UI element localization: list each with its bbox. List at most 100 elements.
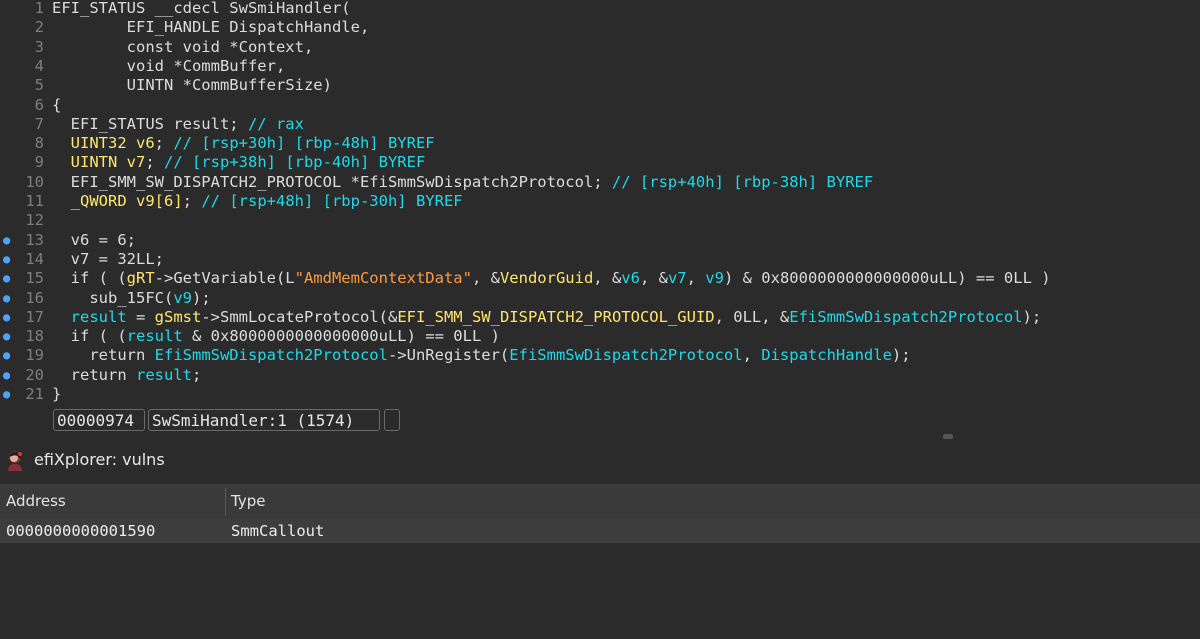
line-number: 17: [25, 307, 44, 326]
line-number: 5: [34, 76, 44, 95]
code-line[interactable]: ● 20 return result;: [0, 365, 1200, 385]
code-token: ;: [192, 365, 202, 384]
column-header-type[interactable]: Type: [231, 484, 265, 519]
line-number: 12: [25, 211, 44, 230]
code-text[interactable]: EFI_HANDLE DispatchHandle,: [52, 17, 370, 37]
code-token: result: [136, 365, 192, 384]
code-text[interactable]: EFI_SMM_SW_DISPATCH2_PROTOCOL *EfiSmmSwD…: [52, 172, 874, 192]
code-token: , 0LL, &: [714, 307, 790, 326]
code-text[interactable]: return result;: [52, 365, 202, 385]
code-line[interactable]: 9 UINTN v7; // [rsp+38h] [rbp-40h] BYREF: [0, 152, 1200, 172]
column-header-address[interactable]: Address: [6, 484, 66, 519]
line-number: 14: [25, 249, 44, 268]
line-number: 20: [25, 365, 44, 384]
code-text[interactable]: {: [52, 95, 61, 115]
code-token: _QWORD v9[6]: [70, 192, 183, 210]
code-token: v7: [667, 269, 687, 288]
code-line[interactable]: 11 _QWORD v9[6]; // [rsp+48h] [rbp-30h] …: [0, 191, 1200, 211]
line-number: 7: [34, 114, 44, 133]
code-token: v7 = 32LL;: [52, 249, 164, 268]
code-line[interactable]: 8 UINT32 v6; // [rsp+30h] [rbp-48h] BYRE…: [0, 133, 1200, 153]
code-token: UINT32 v6: [70, 134, 155, 153]
code-text[interactable]: UINT32 v6; // [rsp+30h] [rbp-48h] BYREF: [52, 133, 435, 153]
code-line[interactable]: 2 EFI_HANDLE DispatchHandle,: [0, 17, 1200, 37]
code-text[interactable]: if ( (result & 0x8000000000000000uLL) ==…: [52, 326, 500, 346]
panel-title: efiXplorer: vulns: [34, 450, 165, 469]
line-number: 10: [25, 172, 44, 191]
code-text[interactable]: v7 = 32LL;: [52, 249, 164, 269]
code-text[interactable]: return EfiSmmSwDispatch2Protocol->UnRegi…: [52, 345, 910, 365]
code-token: // rax: [247, 114, 304, 133]
code-token: ,: [742, 346, 762, 365]
code-token: );: [1022, 307, 1042, 326]
column-separator[interactable]: [225, 488, 226, 516]
code-token: ) & 0x8000000000000000uLL) == 0LL ): [723, 269, 1051, 288]
code-text[interactable]: UINTN v7; // [rsp+38h] [rbp-40h] BYREF: [52, 152, 426, 172]
code-line[interactable]: ● 16 sub_15FC(v9);: [0, 288, 1200, 308]
code-token: ->UnRegister(: [387, 346, 510, 365]
code-line[interactable]: ● 21}: [0, 384, 1200, 404]
code-line[interactable]: ● 13 v6 = 6;: [0, 230, 1200, 250]
code-line[interactable]: ● 18 if ( (result & 0x8000000000000000uLL…: [0, 326, 1200, 346]
line-number: 16: [25, 288, 44, 307]
code-line[interactable]: 1 EFI_STATUS __cdecl SwSmiHandler(: [0, 0, 1200, 18]
code-token: result: [126, 327, 183, 346]
code-line[interactable]: 5 UINTN *CommBufferSize): [0, 75, 1200, 95]
code-token: EfiSmmSwDispatch2Protocol: [154, 346, 388, 365]
code-text[interactable]: result = gSmst->SmmLocateProtocol(&EFI_S…: [52, 307, 1042, 327]
code-token: if ( (: [52, 327, 127, 346]
address-field[interactable]: 00000974: [53, 409, 145, 431]
code-token: ;: [182, 192, 202, 210]
code-text[interactable]: EFI_STATUS __cdecl SwSmiHandler(: [52, 0, 351, 18]
code-token: =: [126, 307, 155, 326]
code-token: // [rsp+40h] [rbp-38h] BYREF: [611, 172, 874, 191]
line-number: 9: [34, 153, 44, 172]
code-token: , &: [471, 269, 500, 288]
code-line[interactable]: 4 void *CommBuffer,: [0, 56, 1200, 76]
code-token: & 0x8000000000000000uLL) == 0LL ): [182, 327, 500, 346]
status-bar: 00000974 SwSmiHandler:1 (1574): [0, 406, 1200, 436]
code-text[interactable]: UINTN *CommBufferSize): [52, 75, 332, 95]
code-text[interactable]: }: [52, 384, 61, 404]
code-text[interactable]: if ( (gRT->GetVariable(L"AmdMemContextDa…: [52, 268, 1051, 288]
code-line[interactable]: ● 15 if ( (gRT->GetVariable(L"AmdMemConte…: [0, 268, 1200, 288]
code-text[interactable]: _QWORD v9[6]; // [rsp+48h] [rbp-30h] BYR…: [52, 191, 463, 211]
code-token: );: [192, 288, 211, 307]
code-line[interactable]: 10 EFI_SMM_SW_DISPATCH2_PROTOCOL *EfiSmm…: [0, 172, 1200, 192]
code-text[interactable]: v6 = 6;: [52, 230, 136, 250]
table-row[interactable]: 0000000000001590 SmmCallout: [0, 519, 1200, 543]
code-token: , &: [593, 269, 622, 288]
line-number: 19: [25, 346, 44, 365]
code-line[interactable]: 3 const void *Context,: [0, 37, 1200, 57]
empty-status-field[interactable]: [384, 409, 400, 431]
line-number: 18: [25, 327, 44, 346]
code-token: gSmst: [154, 307, 202, 326]
line-number: 21: [25, 385, 44, 403]
code-line[interactable]: ● 17 result = gSmst->SmmLocateProtocol(&E…: [0, 307, 1200, 327]
code-line[interactable]: ● 19 return EfiSmmSwDispatch2Protocol->Un…: [0, 345, 1200, 365]
splitter-handle[interactable]: [943, 434, 953, 439]
code-text[interactable]: const void *Context,: [52, 37, 314, 57]
code-token: DispatchHandle: [761, 346, 892, 365]
code-token: return: [52, 365, 136, 384]
code-token: EFI_STATUS result;: [52, 114, 248, 133]
function-location-field[interactable]: SwSmiHandler:1 (1574): [148, 409, 380, 431]
code-text[interactable]: EFI_STATUS result; // rax: [52, 114, 304, 134]
code-token: ->GetVariable(L: [154, 269, 295, 288]
pseudocode-view[interactable]: 1 EFI_STATUS __cdecl SwSmiHandler(2 EFI_H…: [0, 0, 1200, 404]
code-text[interactable]: void *CommBuffer,: [52, 56, 286, 76]
code-token: void *CommBuffer,: [52, 56, 286, 75]
cell-type: SmmCallout: [231, 522, 325, 540]
code-line[interactable]: ● 14 v7 = 32LL;: [0, 249, 1200, 269]
code-token: v6: [621, 269, 640, 288]
code-line[interactable]: 6{: [0, 95, 1200, 115]
code-line[interactable]: 12: [0, 210, 1200, 230]
code-text[interactable]: sub_15FC(v9);: [52, 288, 211, 308]
code-line[interactable]: 7 EFI_STATUS result; // rax: [0, 114, 1200, 134]
code-token: sub_15FC(: [52, 288, 174, 307]
code-token: "AmdMemContextData": [294, 269, 472, 288]
avatar-icon: [8, 451, 22, 471]
